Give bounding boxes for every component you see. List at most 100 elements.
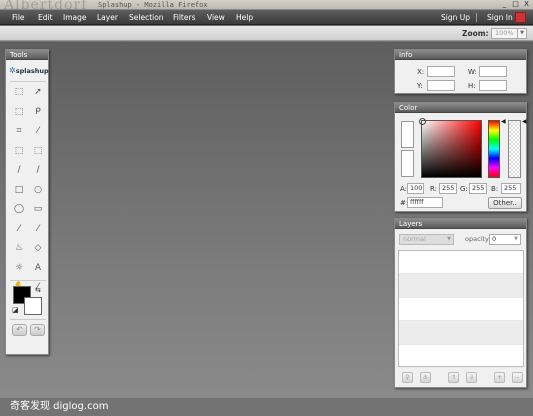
sign-in-link[interactable]: Sign In	[487, 10, 513, 25]
hue-slider[interactable]	[488, 120, 500, 178]
window-title: Splashup - Mozilla Firefox	[98, 1, 208, 9]
undo-button[interactable]: ↶	[12, 324, 27, 336]
bucket-icon[interactable]: ♨	[12, 241, 26, 255]
window-close-icon[interactable]: X	[522, 0, 531, 9]
browser-title-bar: Albertdorf Splashup - Mozilla Firefox _ …	[0, 0, 533, 13]
menu-separator	[476, 13, 477, 22]
layer-row[interactable]	[399, 298, 523, 322]
clone-stamp-icon[interactable]: ⁄	[12, 222, 26, 236]
y-field	[427, 80, 455, 91]
maximize-icon[interactable]: □	[511, 0, 520, 9]
close-app-icon[interactable]	[515, 12, 526, 23]
transform-icon[interactable]: ⬚	[12, 144, 26, 158]
rectangle-icon[interactable]: □	[12, 183, 26, 197]
menu-file[interactable]: File	[12, 10, 25, 25]
menu-view[interactable]: View	[207, 10, 225, 25]
text-icon[interactable]: A	[31, 261, 45, 275]
pencil-icon[interactable]: ∕	[31, 163, 45, 177]
layer-list[interactable]	[398, 250, 524, 368]
layer-row[interactable]	[399, 345, 523, 368]
w-field	[479, 66, 507, 77]
red-field[interactable]: 255	[439, 183, 457, 194]
circle-icon[interactable]: ◯	[12, 202, 26, 216]
x-field	[427, 66, 455, 77]
layer-row[interactable]	[399, 274, 523, 298]
menu-selection[interactable]: Selection	[129, 10, 164, 25]
h-label: H:	[468, 82, 476, 90]
blue-field[interactable]: 255	[501, 183, 521, 194]
add-layer-icon[interactable]: +	[494, 372, 505, 383]
red-label: R:	[430, 185, 438, 193]
marquee-dotted-icon[interactable]: ⬚	[12, 105, 26, 119]
zoom-label: Zoom:	[462, 29, 489, 38]
swap-colors-icon[interactable]: ⇆	[35, 286, 41, 294]
opacity-value: 0	[492, 235, 497, 243]
menu-image[interactable]: Image	[63, 10, 87, 25]
tools-panel-title: Tools	[6, 50, 48, 60]
picker-cursor-icon[interactable]	[419, 118, 426, 125]
old-color-swatch[interactable]	[401, 150, 414, 177]
redo-button[interactable]: ↷	[30, 324, 45, 336]
layer-toolbar: ♀ ⚓ ⇑ ⇓ + –	[398, 372, 524, 384]
alpha-slider[interactable]	[508, 120, 521, 178]
menu-edit[interactable]: Edit	[38, 10, 53, 25]
other-colors-button[interactable]: Other..	[488, 197, 522, 209]
chevron-down-icon: ▼	[447, 236, 451, 242]
menu-layer[interactable]: Layer	[97, 10, 118, 25]
background-color-swatch[interactable]	[24, 297, 42, 315]
green-field[interactable]: 255	[469, 183, 487, 194]
menu-help[interactable]: Help	[236, 10, 253, 25]
pointer-arrow-icon[interactable]: ➚	[31, 85, 45, 99]
chevron-down-icon: ▼	[517, 29, 526, 38]
chevron-down-icon: ▼	[514, 236, 518, 242]
delete-layer-icon[interactable]: –	[512, 372, 523, 383]
move-down-icon[interactable]: ⇓	[466, 372, 477, 383]
zoom-select[interactable]: 100% ▼	[491, 28, 527, 39]
paintbrush-icon[interactable]: ⁄	[31, 222, 45, 236]
lasso-icon[interactable]: ᑭ	[31, 105, 45, 119]
smudge-icon[interactable]: ☼	[12, 261, 26, 275]
green-label: G:	[460, 185, 468, 193]
brush-icon[interactable]: ∕	[12, 163, 26, 177]
window-controls: _ □ X	[500, 0, 531, 9]
opacity-field[interactable]: 0 ▼	[489, 234, 521, 245]
blend-mode-select[interactable]: normal ▼	[399, 234, 454, 245]
saturation-value-picker[interactable]	[419, 118, 482, 178]
hue-pointer-icon[interactable]: ◀	[501, 118, 506, 125]
anchor-icon[interactable]: ⚓	[420, 372, 431, 383]
layer-row[interactable]	[399, 321, 523, 345]
hex-field[interactable]: ffffff	[407, 197, 443, 208]
magic-wand-icon[interactable]: ⁄	[31, 124, 45, 138]
selection-dashed-icon[interactable]: ⬚	[31, 144, 45, 158]
rounded-rect-icon[interactable]: ▭	[31, 202, 45, 216]
info-panel-title: Info	[395, 50, 526, 60]
watermark-bar: 奇客发现 diglog.com	[0, 398, 533, 416]
marquee-rect-icon[interactable]: ⬚	[12, 85, 26, 99]
ellipse-icon[interactable]: ○	[31, 183, 45, 197]
alpha-pointer-icon[interactable]: ◀	[522, 118, 527, 125]
new-color-swatch[interactable]	[401, 121, 414, 148]
w-label: W:	[468, 68, 477, 76]
sign-up-link[interactable]: Sign Up	[441, 10, 470, 25]
tools-panel: Tools ✲splashup ⬚➚⬚ᑭ⌗⁄⬚⬚∕∕□○◯▭⁄⁄♨◇☼A✋⁄ ⇆…	[5, 49, 49, 355]
color-panel-title: Color	[395, 103, 526, 113]
opacity-label: opacity:	[465, 235, 491, 243]
watermark-text: 奇客发现 diglog.com	[10, 401, 109, 412]
move-up-icon[interactable]: ⇑	[448, 372, 459, 383]
h-field	[479, 80, 507, 91]
reset-colors-icon[interactable]: ◪	[12, 306, 19, 314]
x-label: X:	[417, 68, 425, 76]
layers-panel: Layers normal ▼ opacity: 0 ▼ ♀ ⚓ ⇑ ⇓ + –	[394, 218, 527, 388]
zoom-value: 100%	[495, 29, 514, 37]
divider	[10, 319, 46, 320]
splashup-logo: ✲splashup	[9, 66, 49, 75]
blue-label: B:	[491, 185, 499, 193]
alpha-field[interactable]: 100	[407, 183, 424, 194]
eraser-icon[interactable]: ◇	[31, 241, 45, 255]
layer-row[interactable]	[399, 251, 523, 275]
minimize-icon[interactable]: _	[500, 0, 509, 9]
menu-filters[interactable]: Filters	[173, 10, 195, 25]
lock-icon[interactable]: ♀	[402, 372, 413, 383]
alpha-label: A:	[400, 185, 408, 193]
crop-icon[interactable]: ⌗	[12, 124, 26, 138]
